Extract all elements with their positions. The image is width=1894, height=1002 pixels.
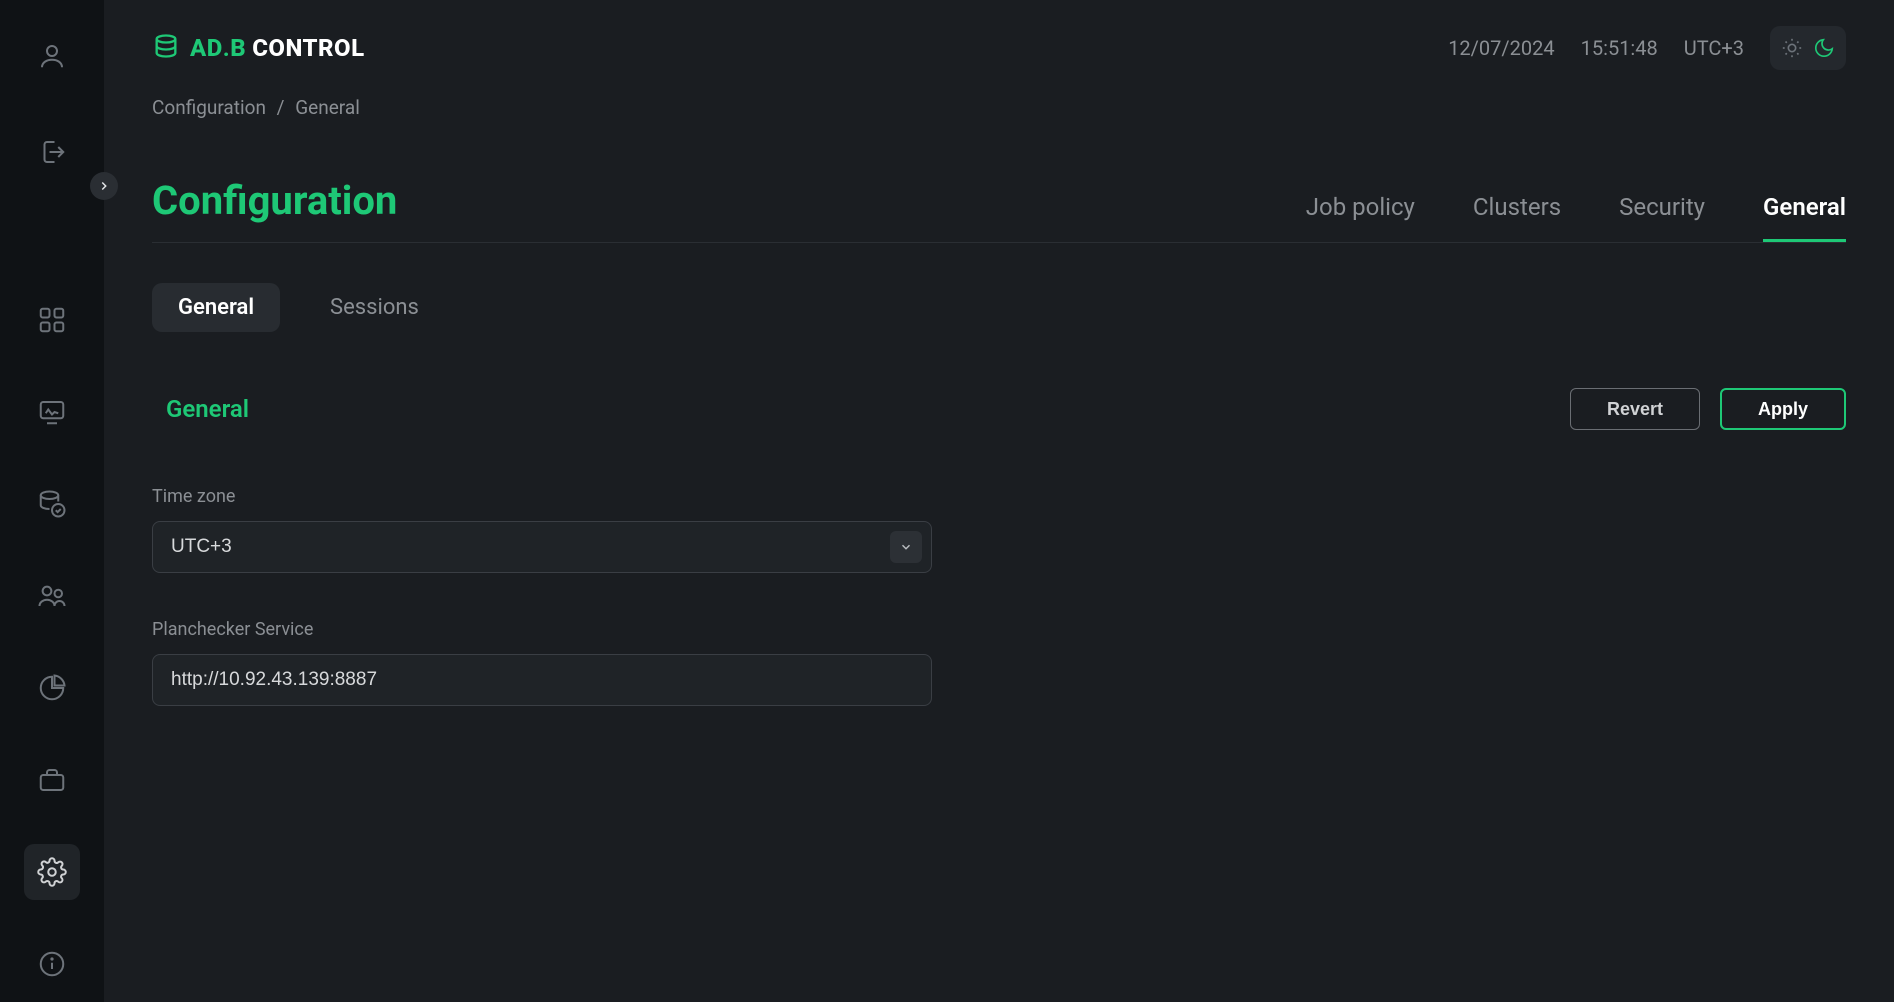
planchecker-input[interactable] bbox=[152, 654, 932, 706]
users-icon[interactable] bbox=[24, 568, 80, 624]
logo-mark-icon bbox=[152, 32, 180, 64]
subtabs: General Sessions bbox=[152, 283, 1846, 332]
logout-icon[interactable] bbox=[24, 124, 80, 180]
topbar: AD.BCONTROL 12/07/2024 15:51:48 UTC+3 bbox=[104, 0, 1894, 72]
expand-sidebar-button[interactable] bbox=[90, 172, 118, 200]
sidebar bbox=[0, 0, 104, 1002]
user-icon[interactable] bbox=[24, 28, 80, 84]
subtab-general[interactable]: General bbox=[152, 283, 280, 332]
database-check-icon[interactable] bbox=[24, 476, 80, 532]
subtab-sessions[interactable]: Sessions bbox=[304, 283, 445, 332]
revert-button[interactable]: Revert bbox=[1570, 388, 1700, 430]
page-title: Configuration bbox=[152, 177, 397, 242]
planchecker-label: Planchecker Service bbox=[152, 619, 932, 640]
header-tz: UTC+3 bbox=[1684, 36, 1744, 60]
monitoring-icon[interactable] bbox=[24, 384, 80, 440]
briefcase-icon[interactable] bbox=[24, 752, 80, 808]
settings-icon[interactable] bbox=[24, 844, 80, 900]
main: AD.BCONTROL 12/07/2024 15:51:48 UTC+3 bbox=[104, 0, 1894, 1002]
tab-clusters[interactable]: Clusters bbox=[1473, 193, 1561, 242]
tab-security[interactable]: Security bbox=[1619, 193, 1705, 242]
section-title: General bbox=[166, 395, 249, 423]
tab-job-policy[interactable]: Job policy bbox=[1306, 193, 1415, 242]
pie-chart-icon[interactable] bbox=[24, 660, 80, 716]
breadcrumb-leaf: General bbox=[295, 96, 360, 119]
theme-toggle bbox=[1770, 26, 1846, 70]
dashboard-icon[interactable] bbox=[24, 292, 80, 348]
dark-mode-button[interactable] bbox=[1808, 32, 1840, 64]
breadcrumb-root[interactable]: Configuration bbox=[152, 96, 266, 119]
light-mode-button[interactable] bbox=[1776, 32, 1808, 64]
breadcrumb: Configuration / General bbox=[152, 96, 1846, 119]
timezone-label: Time zone bbox=[152, 486, 932, 507]
tab-general[interactable]: General bbox=[1763, 193, 1846, 242]
logo[interactable]: AD.BCONTROL bbox=[152, 32, 365, 64]
breadcrumb-separator: / bbox=[277, 96, 285, 119]
timezone-select[interactable] bbox=[152, 521, 932, 573]
info-icon[interactable] bbox=[24, 936, 80, 992]
main-tabs: Job policy Clusters Security General bbox=[1306, 193, 1846, 242]
header-date: 12/07/2024 bbox=[1448, 36, 1554, 60]
apply-button[interactable]: Apply bbox=[1720, 388, 1846, 430]
header-time: 15:51:48 bbox=[1581, 36, 1658, 60]
logo-text: AD.BCONTROL bbox=[190, 34, 365, 62]
